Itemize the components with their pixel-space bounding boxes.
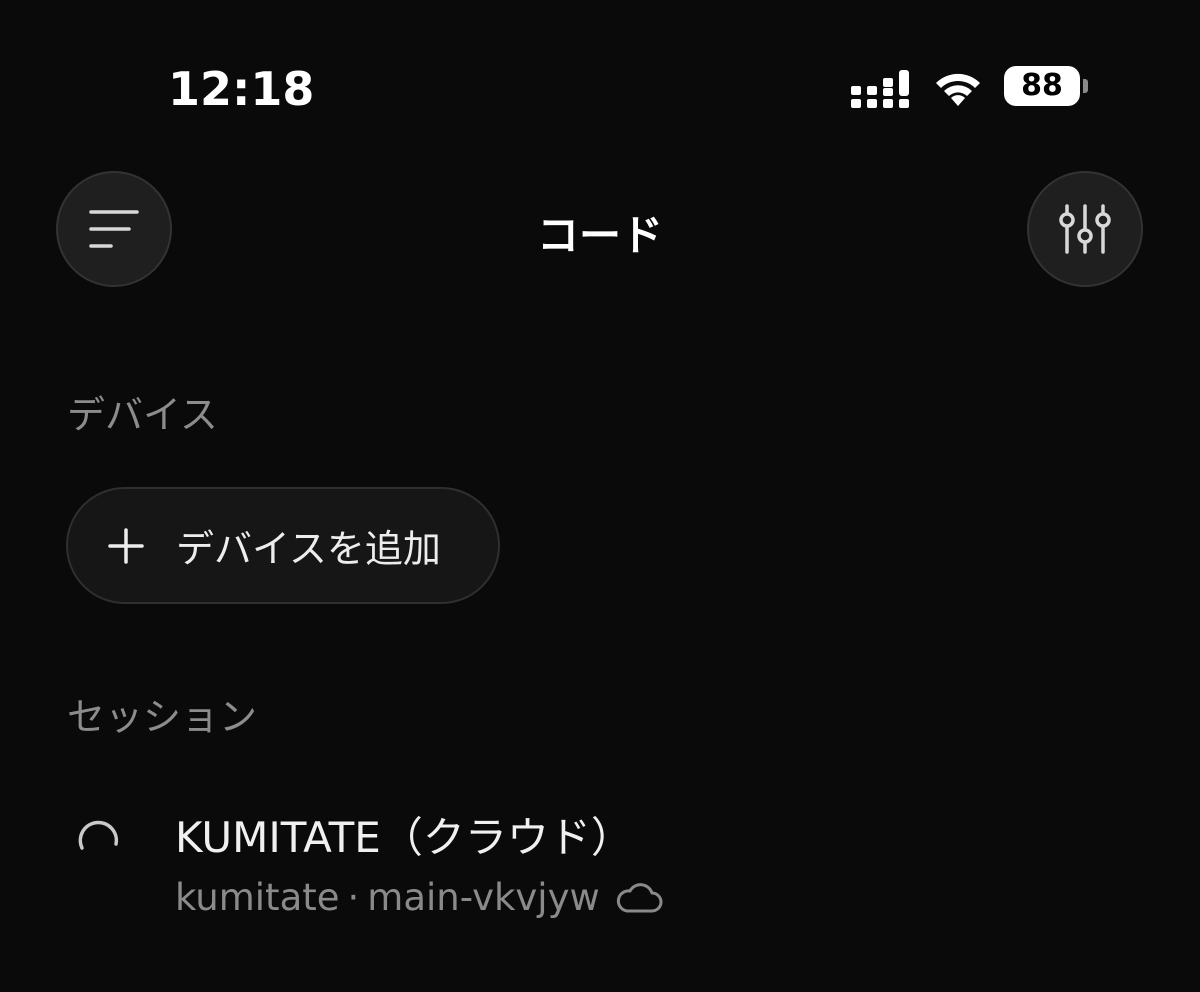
menu-icon bbox=[89, 210, 139, 248]
battery-level: 88 bbox=[1021, 68, 1063, 103]
session-name: KUMITATE（クラウド） bbox=[175, 813, 633, 862]
signal-icon bbox=[851, 70, 909, 108]
loading-spinner-icon bbox=[78, 820, 119, 850]
plus-icon bbox=[108, 527, 144, 564]
cloud-icon bbox=[616, 882, 663, 912]
devices-section-label: デバイス bbox=[67, 393, 218, 437]
battery-icon: 88 bbox=[1004, 66, 1090, 108]
session-repo: kumitate bbox=[175, 876, 340, 919]
session-details: kumitate · main-vkvjyw bbox=[175, 876, 664, 919]
separator: · bbox=[347, 876, 360, 919]
status-time: 12:18 bbox=[168, 62, 315, 116]
sliders-icon bbox=[1059, 204, 1111, 254]
sessions-section-label: セッション bbox=[67, 695, 258, 739]
wifi-icon bbox=[936, 73, 980, 106]
add-device-button[interactable]: デバイスを追加 bbox=[66, 487, 500, 604]
session-branch: main-vkvjyw bbox=[367, 876, 600, 919]
page-title: コード bbox=[536, 211, 663, 260]
add-device-label: デバイスを追加 bbox=[176, 527, 441, 571]
filter-button[interactable] bbox=[1027, 171, 1143, 287]
session-item[interactable]: KUMITATE（クラウド） kumitate · main-vkvjyw bbox=[60, 790, 760, 930]
menu-button[interactable] bbox=[56, 171, 172, 287]
